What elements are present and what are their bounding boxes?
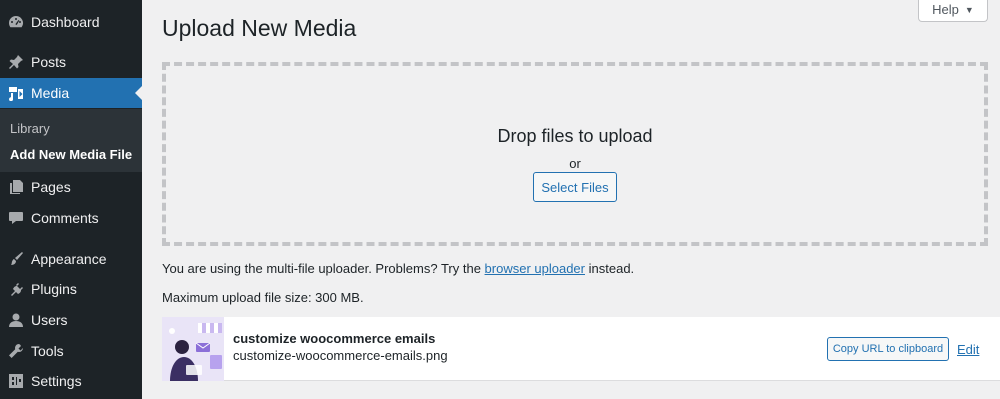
help-button[interactable]: Help ▼ <box>918 0 988 22</box>
help-label: Help <box>932 2 959 17</box>
comment-icon <box>8 210 24 226</box>
sidebar-item-label: Appearance <box>31 251 107 267</box>
edit-media-link[interactable]: Edit <box>957 342 979 357</box>
media-icon <box>8 85 24 101</box>
sidebar-item-label: Settings <box>31 373 82 389</box>
sidebar-item-label: Posts <box>31 54 67 70</box>
sidebar-item-tools[interactable]: Tools <box>0 336 142 366</box>
sidebar-item-users[interactable]: Users <box>0 305 142 335</box>
uploaded-media-item: customize woocommerce emails customize-w… <box>162 317 1000 381</box>
dashboard-icon <box>8 14 24 30</box>
admin-sidebar: Dashboard Posts Media Library Add New Me… <box>0 0 142 399</box>
select-files-button[interactable]: Select Files <box>533 172 617 202</box>
sidebar-item-label: Plugins <box>31 281 77 297</box>
drop-title: Drop files to upload <box>497 126 653 146</box>
wrench-icon <box>8 343 24 359</box>
sidebar-item-media[interactable]: Media <box>0 78 142 108</box>
sidebar-item-posts[interactable]: Posts <box>0 47 142 77</box>
drop-zone[interactable]: Drop files to upload or Select Files <box>162 62 988 246</box>
brush-icon <box>8 251 24 267</box>
sidebar-item-label: Pages <box>31 179 71 195</box>
plugin-icon <box>8 281 24 297</box>
sidebar-item-comments[interactable]: Comments <box>0 203 142 233</box>
sidebar-item-label: Users <box>31 312 68 328</box>
page-title: Upload New Media <box>162 15 357 41</box>
notice-prefix: You are using the multi-file uploader. P… <box>162 261 481 276</box>
sidebar-item-pages[interactable]: Pages <box>0 172 142 202</box>
sidebar-item-label: Tools <box>31 343 64 359</box>
user-icon <box>8 312 24 328</box>
max-upload-size: Maximum upload file size: 300 MB. <box>162 290 364 305</box>
media-title: customize woocommerce emails <box>233 331 436 346</box>
notice-suffix: instead. <box>588 261 635 276</box>
browser-uploader-link[interactable]: browser uploader <box>485 261 585 276</box>
copy-url-button[interactable]: Copy URL to clipboard <box>827 337 949 361</box>
sidebar-item-plugins[interactable]: Plugins <box>0 274 142 304</box>
uploader-notice: You are using the multi-file uploader. P… <box>162 261 634 276</box>
sidebar-item-label: Comments <box>31 210 99 226</box>
submenu-item-add-new-media-file[interactable]: Add New Media File <box>10 147 132 162</box>
submenu-item-library[interactable]: Library <box>10 121 50 136</box>
settings-icon <box>8 373 24 389</box>
sidebar-item-dashboard[interactable]: Dashboard <box>0 7 142 37</box>
sidebar-item-appearance[interactable]: Appearance <box>0 244 142 274</box>
sidebar-item-settings[interactable]: Settings <box>0 366 142 396</box>
pages-icon <box>8 179 24 195</box>
caret-down-icon: ▼ <box>964 4 974 15</box>
media-submenu: Library Add New Media File <box>0 109 142 172</box>
media-filename: customize-woocommerce-emails.png <box>233 348 448 363</box>
media-thumbnail <box>162 317 224 381</box>
sidebar-item-label: Media <box>31 85 70 101</box>
drop-or-text: or <box>569 156 581 171</box>
sidebar-item-label: Dashboard <box>31 14 100 30</box>
pin-icon <box>8 54 24 70</box>
